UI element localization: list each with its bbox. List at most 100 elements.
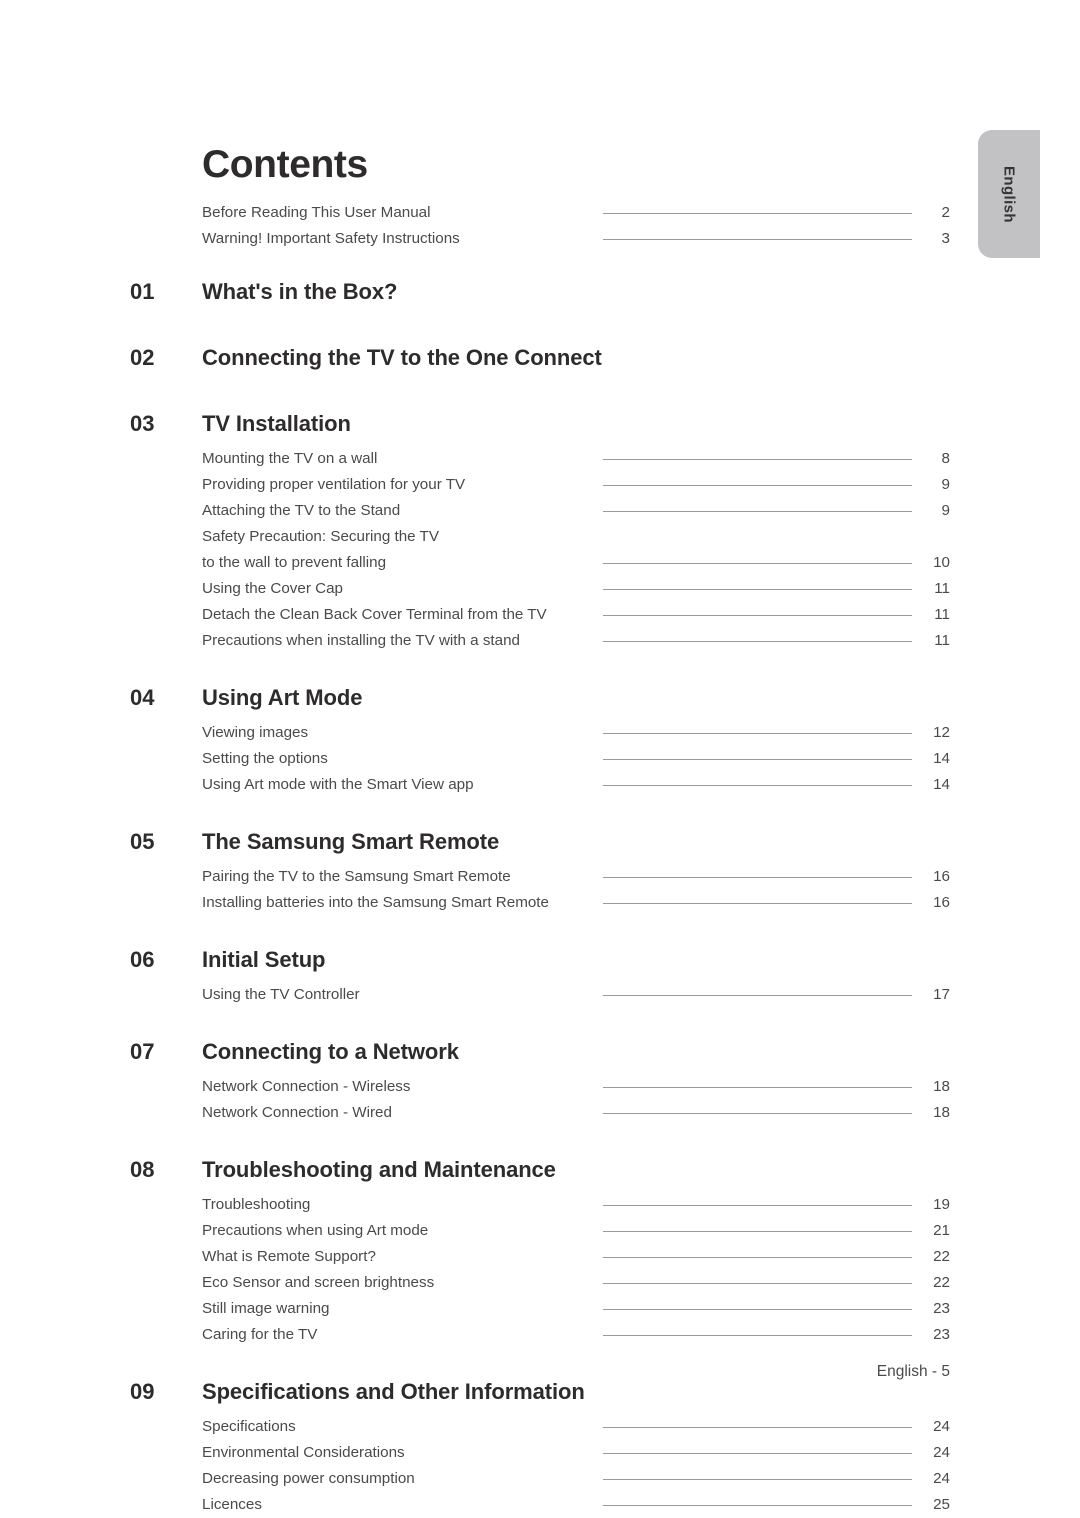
toc-entry[interactable]: Using Art mode with the Smart View app 14 bbox=[0, 772, 1080, 798]
toc-chapter-title: TV Installation bbox=[202, 411, 351, 436]
chapter-spacer bbox=[0, 252, 1080, 270]
toc-chapter-06[interactable]: 06 Initial Setup bbox=[0, 938, 1080, 982]
toc-chapter-07[interactable]: 07 Connecting to a Network bbox=[0, 1030, 1080, 1074]
toc-entry[interactable]: Safety Precaution: Securing the TV bbox=[0, 524, 1080, 550]
toc-leader-line bbox=[603, 485, 912, 486]
toc-entry[interactable]: Pairing the TV to the Samsung Smart Remo… bbox=[0, 864, 1080, 890]
toc-entry[interactable]: Still image warning 23 bbox=[0, 1296, 1080, 1322]
toc-entry-label: Network Connection - Wireless bbox=[202, 1078, 411, 1095]
toc-entry-label: Setting the options bbox=[202, 750, 328, 767]
page-title: Contents bbox=[202, 143, 368, 187]
toc-leader-line bbox=[603, 1283, 912, 1284]
toc-entry[interactable]: Licences 25 bbox=[0, 1492, 1080, 1518]
toc-entry-page-number: 12 bbox=[933, 724, 950, 741]
toc-entry-page-number: 9 bbox=[941, 476, 950, 493]
toc-chapter-number: 02 bbox=[130, 345, 155, 370]
toc-leader-line bbox=[603, 1113, 912, 1114]
toc-entry-label: Specifications bbox=[202, 1418, 296, 1435]
toc-entry[interactable]: Specifications 24 bbox=[0, 1414, 1080, 1440]
toc-entry[interactable]: Installing batteries into the Samsung Sm… bbox=[0, 890, 1080, 916]
toc-chapter-number: 05 bbox=[130, 829, 155, 854]
toc-leader-line bbox=[603, 995, 912, 996]
toc-leader-line bbox=[603, 511, 912, 512]
toc-entry[interactable]: Network Connection - Wired 18 bbox=[0, 1100, 1080, 1126]
toc-entry-label: Decreasing power consumption bbox=[202, 1470, 415, 1487]
toc-leader-line bbox=[603, 641, 912, 642]
toc-chapter-number: 01 bbox=[130, 279, 155, 304]
toc-entry-label: Before Reading This User Manual bbox=[202, 204, 431, 221]
toc-chapter-04[interactable]: 04 Using Art Mode bbox=[0, 676, 1080, 720]
toc-entry[interactable]: Decreasing power consumption 24 bbox=[0, 1466, 1080, 1492]
toc-entry-label: Using the TV Controller bbox=[202, 986, 360, 1003]
toc-entry-page-number: 22 bbox=[933, 1248, 950, 1265]
toc-entry[interactable]: Precautions when installing the TV with … bbox=[0, 628, 1080, 654]
toc-entry[interactable]: Troubleshooting 19 bbox=[0, 1192, 1080, 1218]
toc-entry-page-number: 11 bbox=[934, 580, 950, 597]
toc-chapter-05[interactable]: 05 The Samsung Smart Remote bbox=[0, 820, 1080, 864]
toc-leader-line bbox=[603, 563, 912, 564]
toc-chapter-number: 07 bbox=[130, 1039, 155, 1064]
toc-entry-label: Precautions when installing the TV with … bbox=[202, 632, 520, 649]
toc-leader-line bbox=[603, 1505, 912, 1506]
toc-leader-line bbox=[603, 1479, 912, 1480]
toc-entry-page-number: 24 bbox=[933, 1444, 950, 1461]
toc-entry[interactable]: Eco Sensor and screen brightness 22 bbox=[0, 1270, 1080, 1296]
toc-entry[interactable]: Using the TV Controller 17 bbox=[0, 982, 1080, 1008]
toc-chapter-title: The Samsung Smart Remote bbox=[202, 829, 500, 854]
toc-entry-page-number: 19 bbox=[933, 1196, 950, 1213]
toc-entry-label: Viewing images bbox=[202, 724, 309, 741]
toc-entry-page-number: 21 bbox=[933, 1222, 950, 1239]
toc-entry[interactable]: Warning! Important Safety Instructions 3 bbox=[0, 226, 1080, 252]
toc-entry[interactable]: to the wall to prevent falling 10 bbox=[0, 550, 1080, 576]
toc-leader-line bbox=[603, 785, 912, 786]
toc-entry-page-number: 11 bbox=[934, 606, 950, 623]
toc-leader-line bbox=[603, 877, 912, 878]
toc-entry-label: Installing batteries into the Samsung Sm… bbox=[202, 894, 549, 911]
toc-entry-label: Still image warning bbox=[202, 1300, 330, 1317]
toc-entry[interactable]: Precautions when using Art mode 21 bbox=[0, 1218, 1080, 1244]
toc-entry[interactable]: Detach the Clean Back Cover Terminal fro… bbox=[0, 602, 1080, 628]
toc-list: Before Reading This User Manual 2 Warning!… bbox=[0, 200, 1080, 1518]
toc-entry-page-number: 14 bbox=[933, 776, 950, 793]
toc-entry[interactable]: What is Remote Support? 22 bbox=[0, 1244, 1080, 1270]
toc-entry-page-number: 25 bbox=[933, 1496, 950, 1513]
toc-entry-page-number: 14 bbox=[933, 750, 950, 767]
toc-chapter-08[interactable]: 08 Troubleshooting and Maintenance bbox=[0, 1148, 1080, 1192]
toc-entry[interactable]: Providing proper ventilation for your TV… bbox=[0, 472, 1080, 498]
toc-entry[interactable]: Using the Cover Cap 11 bbox=[0, 576, 1080, 602]
toc-entry[interactable]: Attaching the TV to the Stand 9 bbox=[0, 498, 1080, 524]
chapter-spacer bbox=[0, 1126, 1080, 1148]
toc-entry-label: Eco Sensor and screen brightness bbox=[202, 1274, 435, 1291]
toc-leader-line bbox=[603, 733, 912, 734]
toc-entry[interactable]: Before Reading This User Manual 2 bbox=[0, 200, 1080, 226]
toc-entry-label: What is Remote Support? bbox=[202, 1248, 376, 1265]
toc-entry-label: Troubleshooting bbox=[202, 1196, 311, 1213]
toc-entry-label: Detach the Clean Back Cover Terminal fro… bbox=[202, 606, 547, 623]
toc-entry[interactable]: Mounting the TV on a wall 8 bbox=[0, 446, 1080, 472]
toc-entry[interactable]: Environmental Considerations 24 bbox=[0, 1440, 1080, 1466]
chapter-spacer bbox=[0, 916, 1080, 938]
toc-leader-line bbox=[603, 1205, 912, 1206]
toc-entry-label: Network Connection - Wired bbox=[202, 1104, 392, 1121]
toc-chapter-01[interactable]: 01 What's in the Box? bbox=[0, 270, 1080, 314]
toc-chapter-title: Initial Setup bbox=[202, 947, 326, 972]
toc-chapter-number: 04 bbox=[130, 685, 155, 710]
page-footer: English - 5 bbox=[876, 1363, 950, 1380]
toc-entry-label: Safety Precaution: Securing the TV bbox=[202, 528, 439, 545]
toc-entry-page-number: 9 bbox=[941, 502, 950, 519]
toc-chapter-number: 08 bbox=[130, 1157, 155, 1182]
toc-entry-page-number: 16 bbox=[933, 894, 950, 911]
toc-entry[interactable]: Caring for the TV 23 bbox=[0, 1322, 1080, 1348]
toc-leader-line bbox=[603, 239, 912, 240]
toc-chapter-title: Connecting to a Network bbox=[202, 1039, 459, 1064]
toc-entry[interactable]: Setting the options 14 bbox=[0, 746, 1080, 772]
toc-entry[interactable]: Viewing images 12 bbox=[0, 720, 1080, 746]
toc-leader-line bbox=[603, 903, 912, 904]
table-of-contents: Before Reading This User Manual 2 Warning!… bbox=[0, 200, 1080, 1518]
toc-chapter-number: 09 bbox=[130, 1379, 155, 1404]
toc-entry[interactable]: Network Connection - Wireless 18 bbox=[0, 1074, 1080, 1100]
toc-entry-page-number: 17 bbox=[933, 986, 950, 1003]
toc-chapter-02[interactable]: 02 Connecting the TV to the One Connect bbox=[0, 336, 1080, 380]
toc-chapter-03[interactable]: 03 TV Installation bbox=[0, 402, 1080, 446]
toc-entry-label: Using the Cover Cap bbox=[202, 580, 343, 597]
